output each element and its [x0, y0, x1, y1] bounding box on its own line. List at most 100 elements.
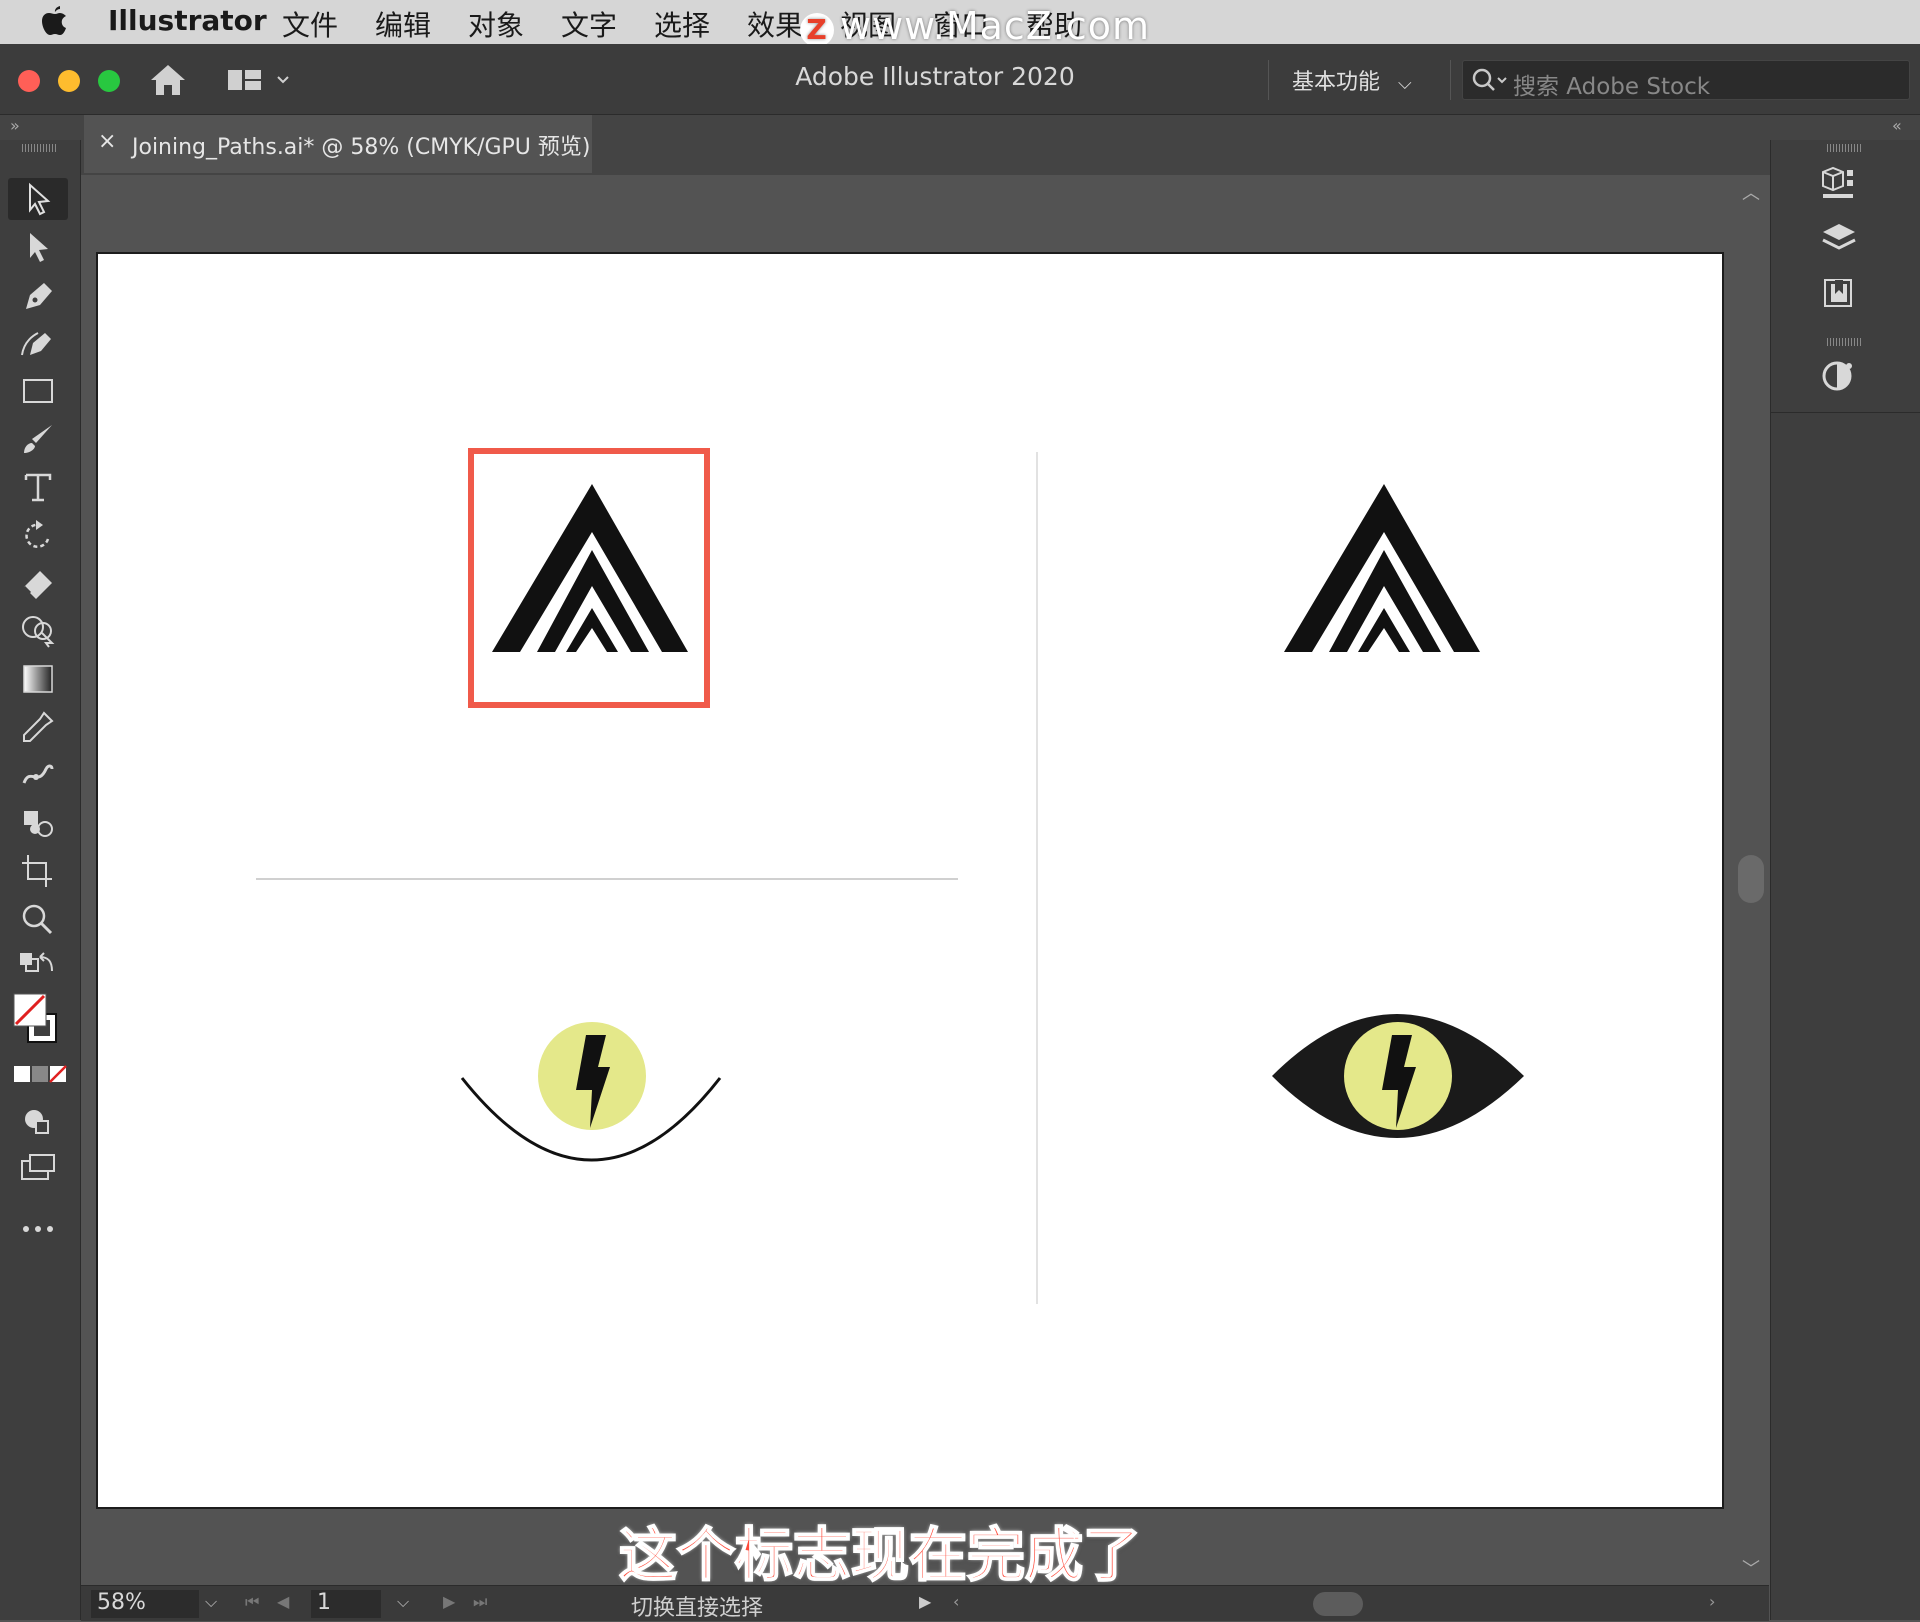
menu-effect[interactable]: 效果	[747, 4, 803, 44]
rectangle-tool[interactable]	[8, 370, 68, 412]
scroll-left-icon[interactable]: ‹	[953, 1592, 959, 1611]
paintbrush-icon	[24, 425, 52, 453]
first-artboard-icon[interactable]: ⏮	[245, 1592, 259, 1612]
shape-builder-tool[interactable]	[8, 610, 68, 652]
edit-toolbar[interactable]	[8, 1208, 68, 1250]
watermark: Zwww.MacZ.com	[800, 4, 1150, 48]
type-icon	[24, 473, 52, 502]
eye-logo-draft[interactable]	[460, 1022, 722, 1162]
zoom-tool[interactable]	[8, 898, 68, 940]
pen-icon	[26, 283, 52, 309]
vertical-scrollbar[interactable]: ︿ ﹀	[1736, 175, 1766, 1585]
panel-grip[interactable]	[1827, 144, 1863, 152]
watermark-text: www.MacZ.com	[840, 4, 1151, 48]
properties-panel-button[interactable]	[1809, 354, 1869, 400]
status-menu-icon[interactable]: ▶	[919, 1592, 931, 1611]
layers-icon	[1822, 224, 1856, 250]
draw-mode[interactable]	[8, 1100, 68, 1142]
chevron-down-icon: ⌵	[1398, 73, 1412, 94]
draw-mode-icon	[25, 1110, 49, 1134]
horizontal-scrollbar-thumb[interactable]	[1313, 1592, 1363, 1616]
menu-object[interactable]: 对象	[468, 4, 524, 44]
menu-file[interactable]: 文件	[282, 4, 338, 44]
panel-dock	[1770, 140, 1920, 1620]
eraser-tool[interactable]	[8, 562, 68, 604]
status-bar: 58% ⌵ ⏮ ◀ 1 ⌵ ▶ ⏭ 切换直接选择 ▶ ‹ ›	[81, 1585, 1769, 1621]
puppet-warp-tool[interactable]	[8, 754, 68, 796]
gradient-icon	[23, 665, 53, 693]
shape-builder-icon	[22, 616, 55, 648]
video-subtitle: 这个标志现在完成了	[618, 1520, 1142, 1590]
artboard-tool[interactable]	[8, 850, 68, 892]
workspace-switcher[interactable]: 基本功能 ⌵	[1292, 64, 1412, 96]
screen-mode-icon	[21, 1154, 55, 1180]
rotate-tool[interactable]	[8, 514, 68, 556]
fill-stroke-swatch[interactable]	[8, 992, 68, 1052]
scroll-right-icon[interactable]: ›	[1709, 1592, 1715, 1611]
default-colors-icon	[20, 952, 53, 972]
app-bar: Adobe Illustrator 2020 基本功能 ⌵ 搜索 Adobe St…	[0, 44, 1920, 115]
close-tab-icon[interactable]: ×	[98, 129, 116, 154]
expand-toolbar-icon[interactable]: »	[10, 116, 20, 135]
menu-select[interactable]: 选择	[654, 4, 710, 44]
last-artboard-icon[interactable]: ⏭	[473, 1592, 487, 1612]
symbol-sprayer-tool[interactable]	[8, 802, 68, 844]
app-menu[interactable]: Illustrator	[108, 4, 267, 37]
curvature-tool[interactable]	[8, 322, 68, 364]
type-tool[interactable]	[8, 466, 68, 508]
artboards-icon	[1824, 279, 1852, 307]
divider	[1450, 60, 1451, 100]
puppet-warp-icon	[22, 764, 54, 784]
fill-stroke-icon	[13, 993, 57, 1043]
document-tab-bar: × Joining_Paths.ai* @ 58% (CMYK/GPU 预览)	[0, 115, 1920, 175]
menu-type[interactable]: 文字	[561, 4, 617, 44]
panel-grip[interactable]	[22, 144, 58, 152]
pen-tool[interactable]	[8, 274, 68, 316]
paintbrush-tool[interactable]	[8, 418, 68, 460]
document-tab-title: Joining_Paths.ai* @ 58% (CMYK/GPU 预览)	[132, 135, 591, 160]
eye-logo-final[interactable]	[1272, 1014, 1524, 1138]
screen-mode[interactable]	[8, 1146, 68, 1188]
rectangle-icon	[23, 379, 53, 403]
mountain-logo-draft[interactable]	[492, 484, 688, 652]
apple-icon[interactable]	[40, 6, 70, 38]
scrollbar-thumb[interactable]	[1738, 855, 1764, 903]
swap-fill-stroke[interactable]	[8, 946, 68, 988]
zoom-dropdown-icon[interactable]: ⌵	[205, 1592, 217, 1612]
divider	[1268, 60, 1269, 100]
collapse-panels-icon[interactable]: «	[1892, 116, 1902, 135]
rotate-icon	[25, 520, 50, 548]
divider	[1771, 412, 1920, 413]
curvature-pen-icon	[21, 332, 51, 356]
document-tab[interactable]: × Joining_Paths.ai* @ 58% (CMYK/GPU 预览)	[84, 115, 592, 173]
search-icon	[1472, 68, 1507, 91]
artboard-number-field[interactable]: 1	[311, 1590, 381, 1618]
eyedropper-icon	[23, 711, 54, 742]
layers-panel-button[interactable]	[1809, 218, 1869, 264]
selection-arrow-icon	[29, 182, 51, 216]
previous-artboard-icon[interactable]: ◀	[277, 1592, 289, 1611]
color-mode-buttons[interactable]	[8, 1060, 68, 1090]
artwork-layer	[256, 448, 1524, 1304]
tools-panel	[0, 140, 81, 1620]
watermark-badge: Z	[800, 13, 834, 47]
menu-bar: Illustrator 文件 编辑 对象 文字 选择 效果 视图 窗口 帮助 Z…	[0, 0, 1920, 48]
properties-icon	[1822, 361, 1852, 391]
symbol-sprayer-icon	[24, 811, 53, 837]
eraser-icon	[22, 571, 52, 599]
panel-grip[interactable]	[1827, 338, 1863, 346]
next-artboard-icon[interactable]: ▶	[443, 1592, 455, 1611]
libraries-panel-button[interactable]	[1809, 162, 1869, 208]
search-stock-input[interactable]: 搜索 Adobe Stock	[1462, 60, 1910, 100]
mountain-logo-final[interactable]	[1284, 484, 1480, 652]
artboard-dropdown-icon[interactable]: ⌵	[397, 1592, 409, 1612]
eyedropper-tool[interactable]	[8, 706, 68, 748]
zoom-level-field[interactable]: 58%	[91, 1590, 199, 1618]
scroll-up-icon[interactable]: ︿	[1742, 179, 1760, 205]
status-text: 切换直接选择	[631, 1596, 764, 1621]
gradient-tool[interactable]	[8, 658, 68, 700]
menu-edit[interactable]: 编辑	[375, 4, 431, 44]
selection-tool[interactable]	[8, 178, 68, 220]
artboards-panel-button[interactable]	[1809, 272, 1869, 318]
direct-selection-tool[interactable]	[8, 226, 68, 268]
